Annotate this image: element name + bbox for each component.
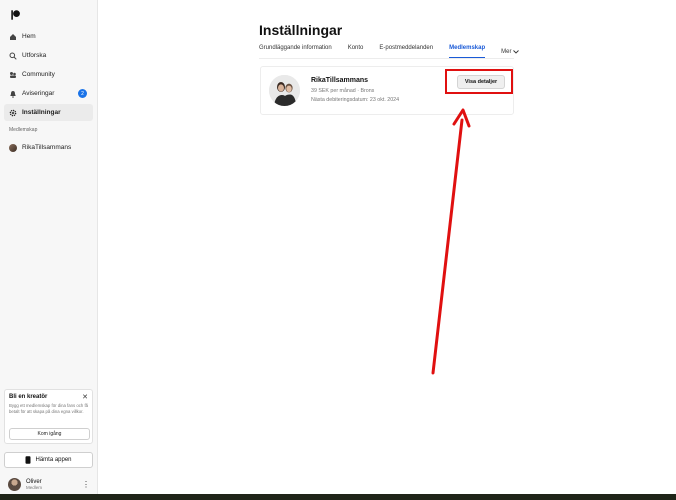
annotation-arrow (431, 108, 471, 375)
taskbar-strip (0, 494, 676, 500)
